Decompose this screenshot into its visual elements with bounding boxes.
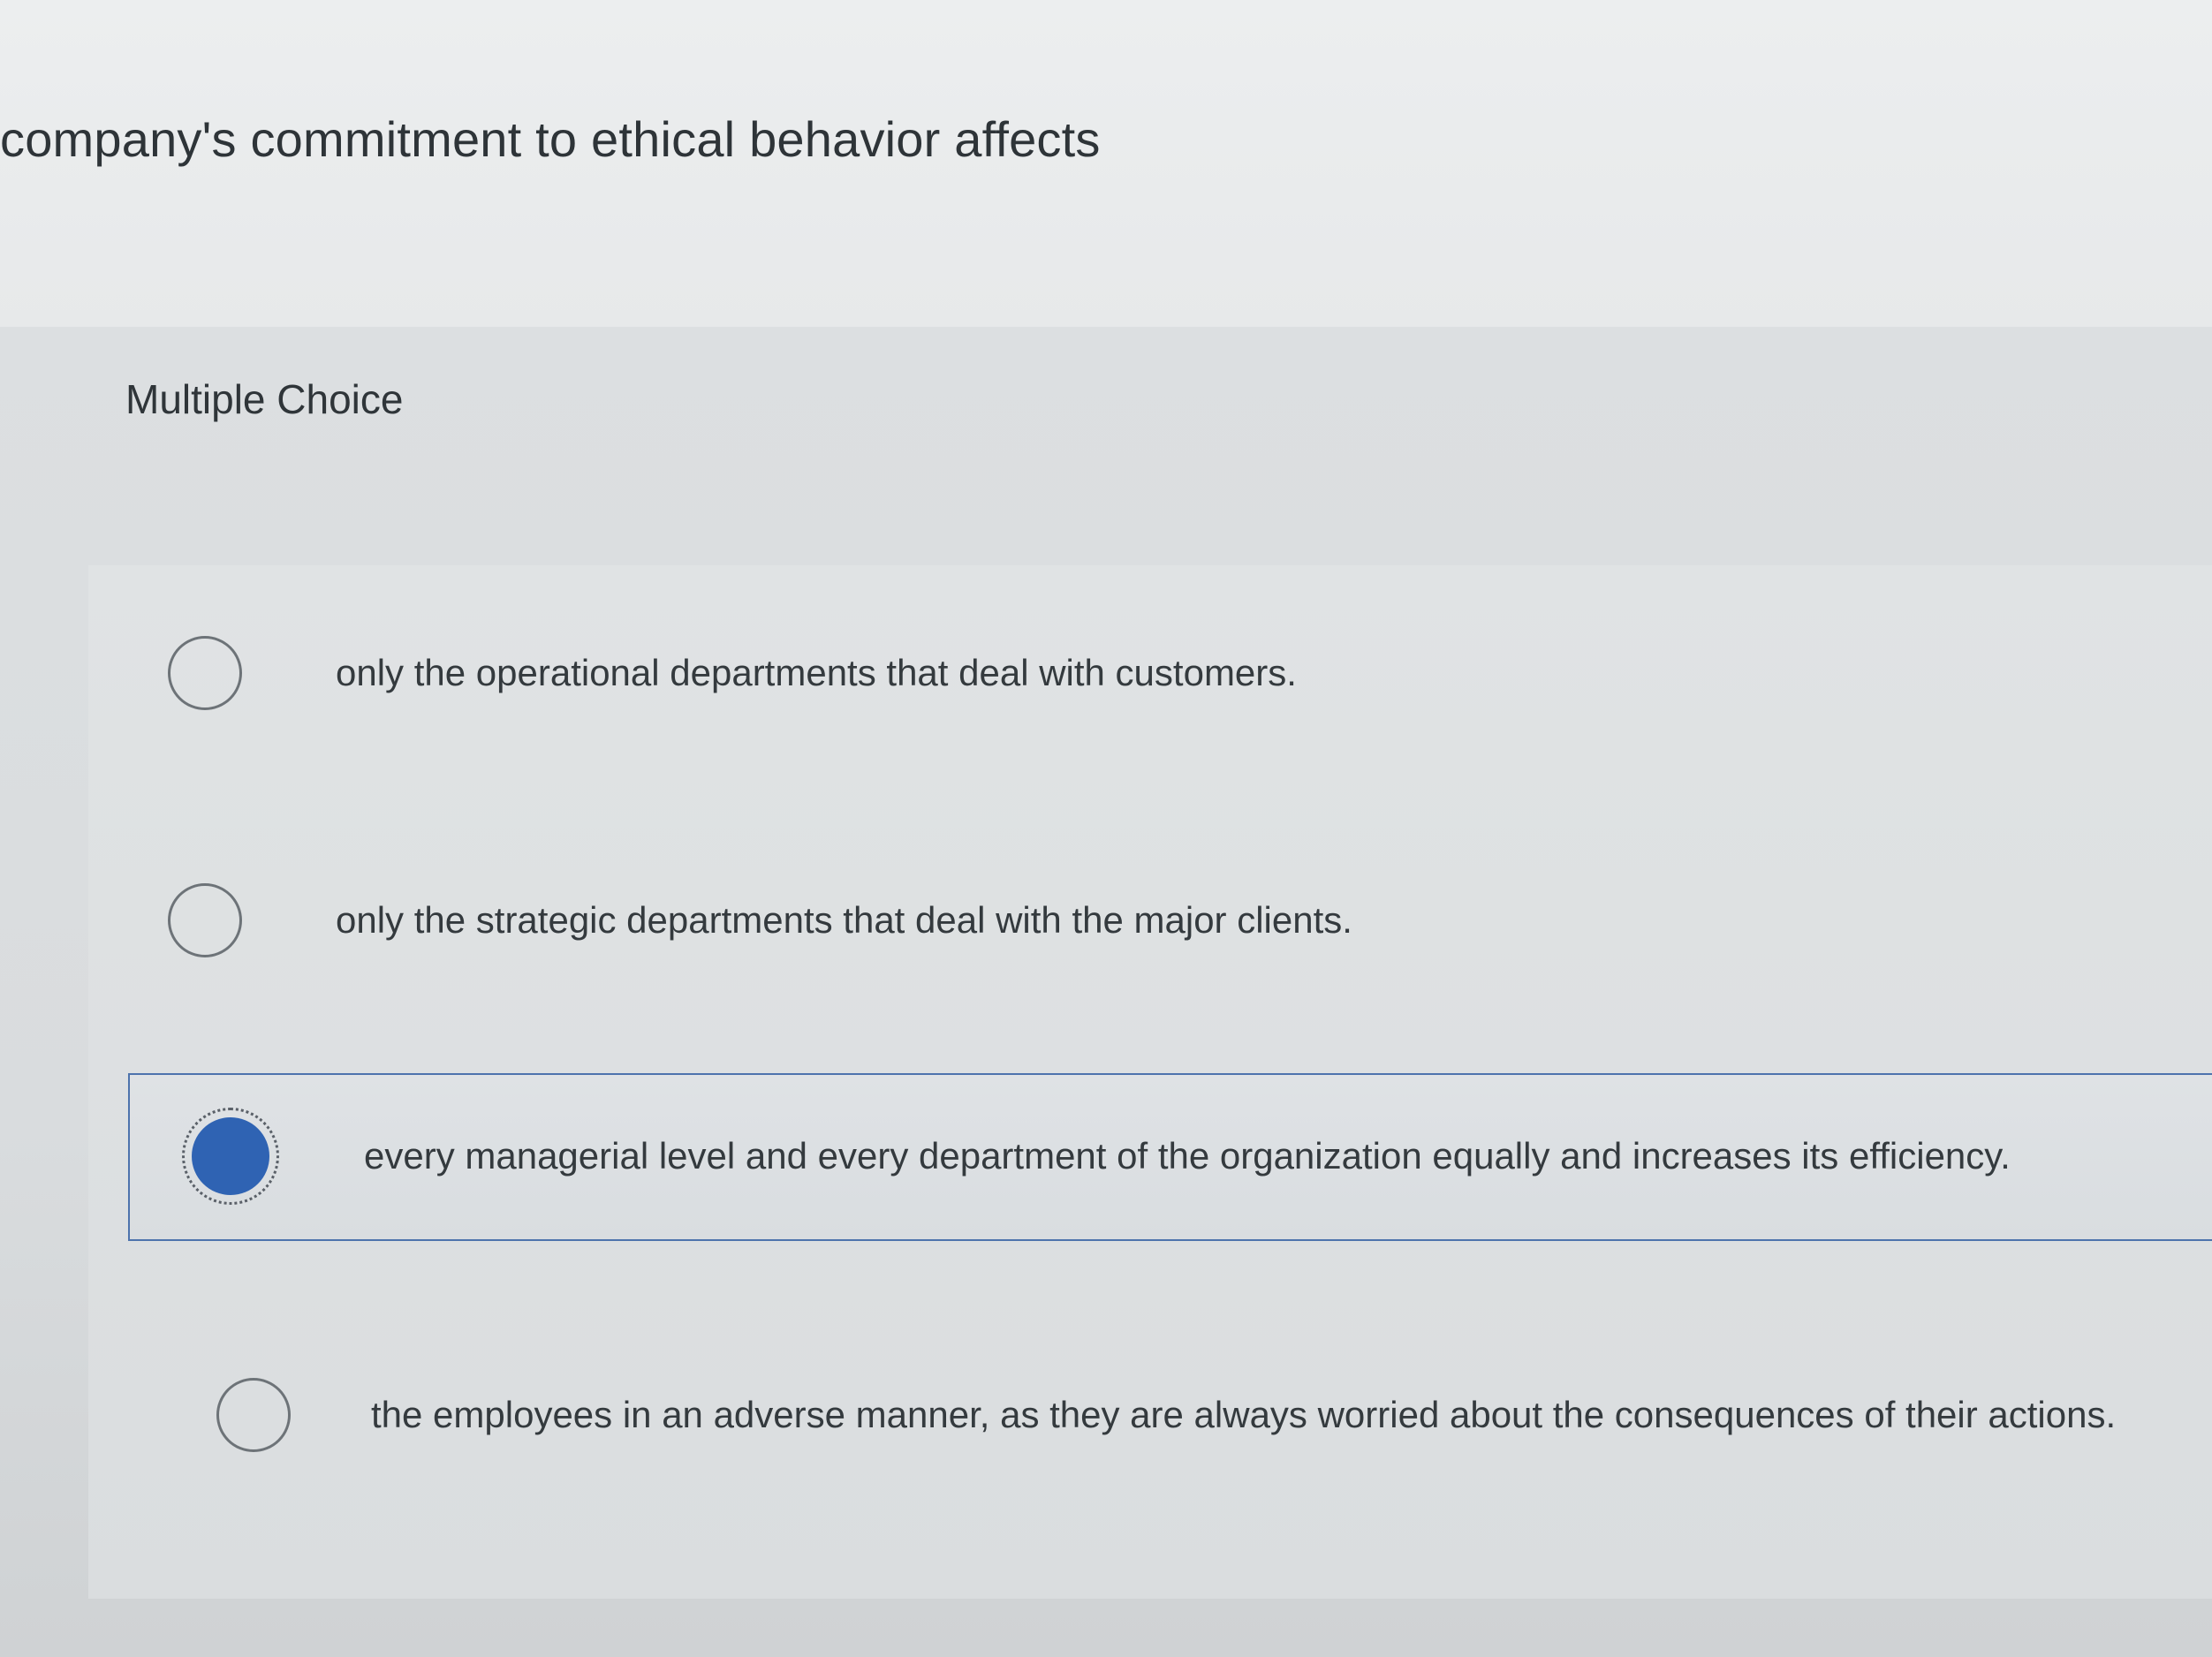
answer-option-label[interactable]: only the strategic departments that deal… bbox=[336, 899, 1352, 942]
radio-button-unselected-icon[interactable] bbox=[216, 1378, 291, 1452]
radio-button-unselected-icon[interactable] bbox=[168, 883, 242, 957]
answer-options: only the operational departments that de… bbox=[88, 565, 2212, 1599]
answer-option-label[interactable]: every managerial level and every departm… bbox=[364, 1135, 2011, 1177]
answer-option-label[interactable]: the employees in an adverse manner, as t… bbox=[371, 1394, 2116, 1436]
question-area: company's commitment to ethical behavior… bbox=[0, 0, 2212, 327]
answer-option-label[interactable]: only the operational departments that de… bbox=[336, 652, 1297, 694]
answer-option-1[interactable]: only the operational departments that de… bbox=[88, 583, 2212, 777]
question-type-label: Multiple Choice bbox=[125, 376, 404, 422]
answer-option-3-selected[interactable]: every managerial level and every departm… bbox=[128, 1073, 2212, 1241]
answer-option-4[interactable]: the employees in an adverse manner, as t… bbox=[88, 1325, 2212, 1519]
radio-button-selected-icon[interactable] bbox=[182, 1108, 279, 1205]
question-text: company's commitment to ethical behavior… bbox=[0, 111, 1101, 167]
answer-option-2[interactable]: only the strategic departments that deal… bbox=[88, 830, 2212, 1025]
radio-button-unselected-icon[interactable] bbox=[168, 636, 242, 710]
